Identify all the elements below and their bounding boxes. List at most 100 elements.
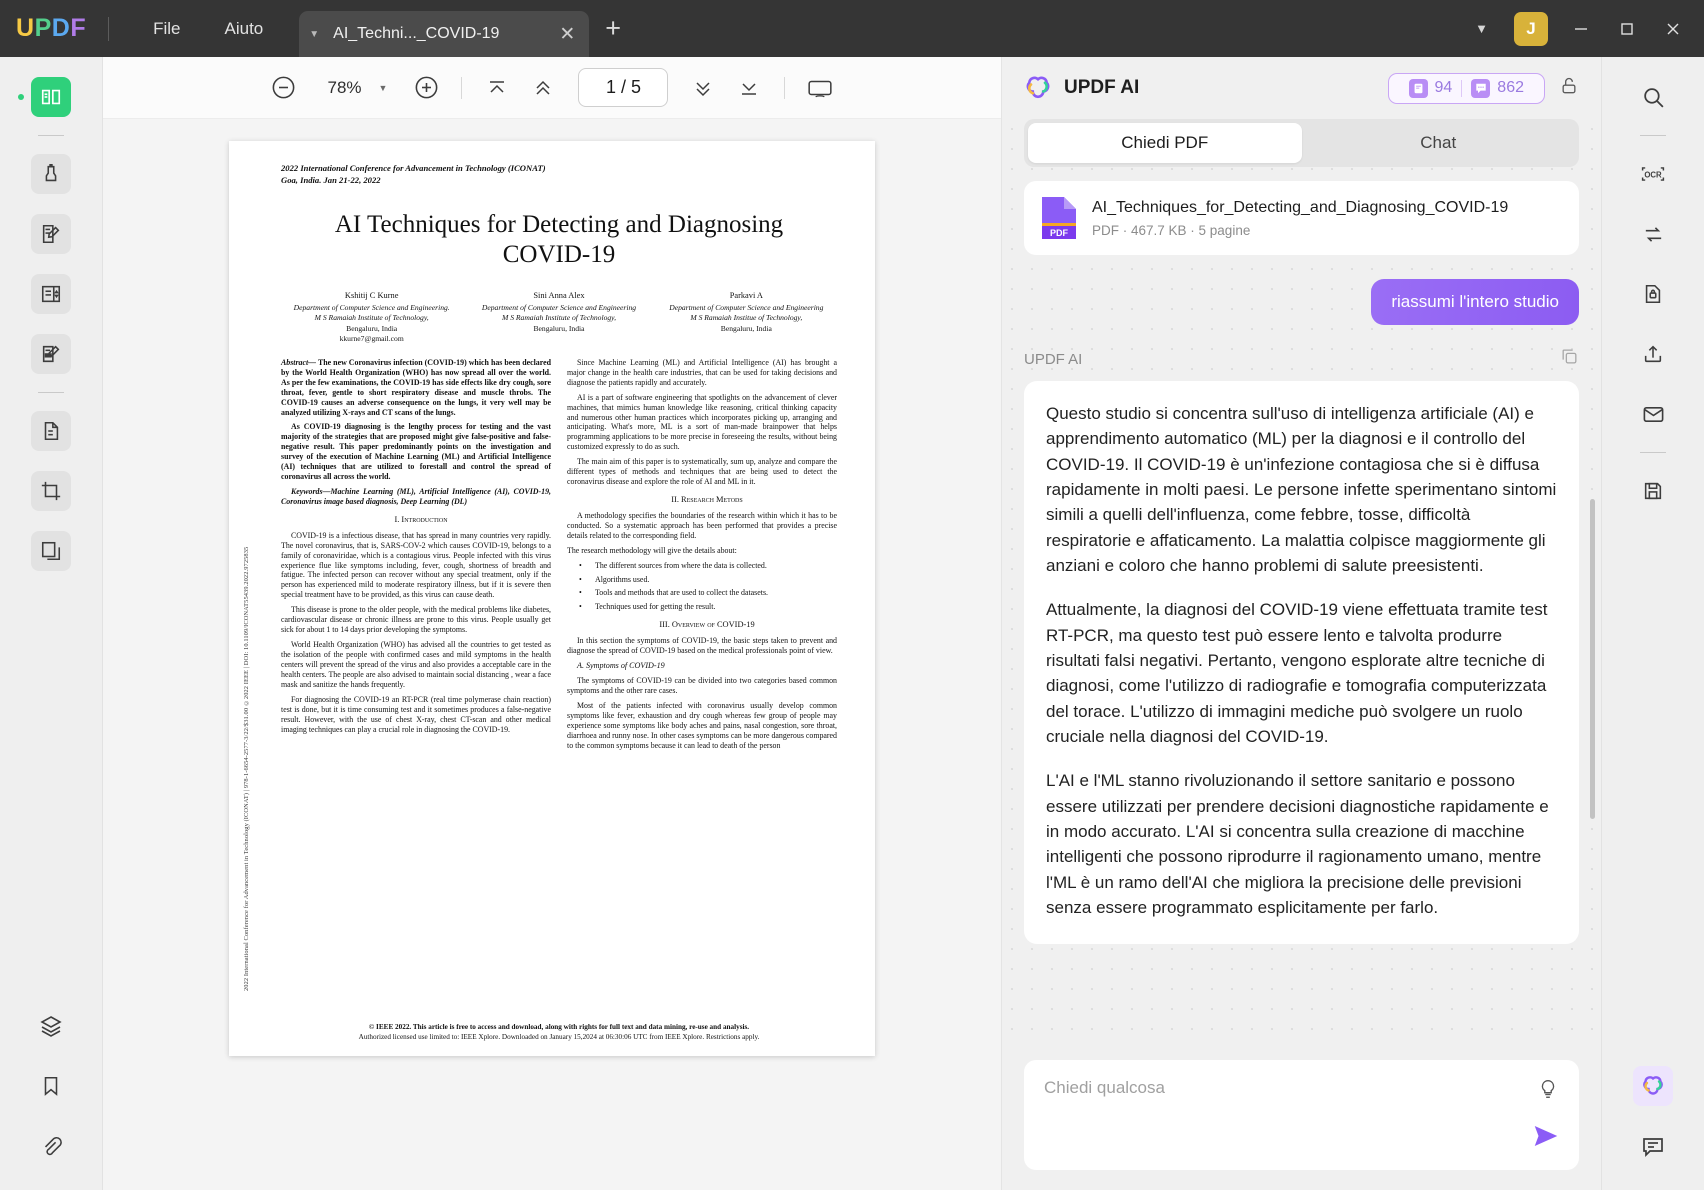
- assistant-label-row: UPDF AI: [1024, 347, 1579, 371]
- document-tab[interactable]: ▼ AI_Techni..._COVID-19 ✕: [299, 11, 590, 57]
- chevron-down-icon[interactable]: ▼: [375, 83, 402, 93]
- updf-ai-glyph: [1643, 1076, 1663, 1095]
- ai-input-placeholder: Chiedi qualcosa: [1044, 1078, 1165, 1097]
- methods-bullet-list: The different sources from where the dat…: [567, 561, 837, 613]
- divider: [38, 135, 64, 136]
- tab-label: AI_Techni..._COVID-19: [333, 25, 500, 42]
- last-page-button[interactable]: [728, 67, 770, 109]
- pdf-page-1: 2022 International Conference for Advanc…: [229, 141, 875, 1056]
- subsection-heading-a: A. Symptoms of COVID-19: [577, 660, 665, 670]
- abstract-text-1: The new Coronavirus infection (COVID-19)…: [281, 357, 551, 417]
- intro-paragraph-4: For diagnosing the COVID-19 an RT-PCR (r…: [281, 694, 551, 734]
- unlock-icon[interactable]: [1559, 76, 1579, 101]
- svg-text:OCR: OCR: [1644, 170, 1662, 179]
- sidebar-item-highlighter[interactable]: [31, 154, 71, 194]
- author-name: Kshitij C Kurne: [344, 291, 399, 301]
- conversation-scrollbar[interactable]: [1590, 499, 1595, 819]
- avatar[interactable]: J: [1514, 11, 1548, 46]
- document-icon: [1408, 78, 1428, 98]
- file-info: AI_Techniques_for_Detecting_and_Diagnosi…: [1092, 198, 1508, 239]
- assistant-label: UPDF AI: [1024, 350, 1083, 368]
- author-institution: M S Ramaiah Institute of Technology,: [314, 313, 429, 323]
- document-scroll-area[interactable]: 2022 International Conference for Advanc…: [103, 119, 1001, 1190]
- sidebar-item-attachment[interactable]: [31, 1126, 71, 1166]
- send-button[interactable]: [1531, 1121, 1561, 1156]
- sidebar-item-sign[interactable]: [31, 334, 71, 374]
- methods-paragraph-2: The research methodology will give the d…: [567, 545, 737, 555]
- sidebar-item-convert[interactable]: [31, 411, 71, 451]
- first-page-button[interactable]: [476, 67, 518, 109]
- sidebar-item-edit-pdf[interactable]: [31, 214, 71, 254]
- minimize-icon[interactable]: [1558, 6, 1604, 52]
- attached-file-card[interactable]: PDF AI_Techniques_for_Detecting_and_Diag…: [1024, 181, 1579, 255]
- column-left: Abstract— The new Coronavirus infection …: [281, 358, 551, 756]
- copy-icon[interactable]: [1560, 347, 1579, 371]
- keywords: Keywords—Machine Learning (ML), Artifici…: [281, 487, 551, 507]
- methods-paragraph-1: A methodology specifies the boundaries o…: [567, 510, 837, 540]
- logo-letter-u: U: [16, 14, 35, 42]
- author-city: Bengaluru, India: [533, 323, 585, 333]
- file-meta: PDF · 467.7 KB · 5 pagine: [1092, 223, 1251, 239]
- chevron-down-icon[interactable]: ▼: [1459, 11, 1504, 46]
- sidebar-item-organize-pages[interactable]: [31, 531, 71, 571]
- logo-letter-p: P: [34, 14, 52, 42]
- sidebar-item-layers[interactable]: [31, 1006, 71, 1046]
- assistant-paragraph-2: Attualmente, la diagnosi del COVID-19 vi…: [1046, 600, 1548, 746]
- new-tab-icon[interactable]: +: [605, 13, 621, 44]
- page-footer: © IEEE 2022. This article is free to acc…: [281, 1023, 837, 1042]
- page-indicator[interactable]: 1 / 5: [578, 68, 669, 107]
- document-credit-value: 94: [1434, 79, 1453, 96]
- tab-chat[interactable]: Chat: [1302, 123, 1576, 163]
- chevron-down-icon[interactable]: ▼: [309, 29, 319, 40]
- abstract-label: Abstract—: [281, 357, 317, 367]
- share-icon[interactable]: [1633, 334, 1673, 374]
- ieee-side-strip: 2022 International Conference for Advanc…: [243, 546, 250, 991]
- compare-icon[interactable]: [1633, 214, 1673, 254]
- ai-conversation-area[interactable]: Chiedi PDF Chat PDF AI_Techniques_for_De…: [1002, 119, 1601, 1046]
- active-indicator-dot: [18, 94, 24, 100]
- conference-line-2: Goa, India. Jan 21-22, 2022: [281, 174, 381, 185]
- presentation-mode-button[interactable]: [799, 67, 841, 109]
- ai-input-box[interactable]: Chiedi qualcosa: [1024, 1060, 1579, 1170]
- close-icon[interactable]: ✕: [559, 23, 575, 46]
- logo-letter-f: F: [70, 14, 87, 42]
- protect-icon[interactable]: [1633, 274, 1673, 314]
- related-paragraph-3: The main aim of this paper is to systema…: [567, 457, 837, 487]
- updf-ai-icon[interactable]: [1633, 1066, 1673, 1106]
- author-entry: Kshitij C Kurne Department of Computer S…: [281, 290, 462, 344]
- sidebar-item-bookmark[interactable]: [31, 1066, 71, 1106]
- search-icon[interactable]: [1633, 77, 1673, 117]
- lightbulb-icon[interactable]: [1537, 1078, 1559, 1105]
- intro-paragraph-2: This disease is prone to the older peopl…: [281, 605, 551, 635]
- footer-license: Authorized licensed use limited to: IEEE…: [358, 1032, 760, 1041]
- divider: [784, 76, 786, 99]
- maximize-icon[interactable]: [1604, 6, 1650, 52]
- credits-badge-group[interactable]: 94 862: [1387, 72, 1545, 104]
- sidebar-item-form[interactable]: [31, 274, 71, 314]
- ai-input-container: Chiedi qualcosa: [1002, 1046, 1601, 1190]
- overview-paragraph-2: The symptoms of COVID-19 can be divided …: [567, 676, 837, 695]
- ai-mode-tabs: Chiedi PDF Chat: [1024, 119, 1579, 167]
- comment-icon[interactable]: [1633, 1126, 1673, 1166]
- intro-paragraph-1: COVID-19 is a infectious disease, that h…: [281, 530, 551, 600]
- column-right: Since Machine Learning (ML) and Artifici…: [567, 358, 837, 756]
- chat-credits[interactable]: 862: [1462, 78, 1533, 98]
- tab-chiedi-pdf[interactable]: Chiedi PDF: [1028, 123, 1302, 163]
- two-column-body: Abstract— The new Coronavirus infection …: [281, 358, 837, 756]
- author-entry: Sini Anna Alex Department of Computer Sc…: [468, 290, 649, 344]
- sidebar-item-reader[interactable]: [18, 77, 71, 117]
- save-as-icon[interactable]: [1633, 471, 1673, 511]
- document-credits[interactable]: 94: [1400, 78, 1462, 98]
- ocr-icon[interactable]: OCR: [1633, 154, 1673, 194]
- next-page-button[interactable]: [682, 67, 724, 109]
- sidebar-item-crop[interactable]: [31, 471, 71, 511]
- zoom-in-button[interactable]: [405, 67, 447, 109]
- close-window-icon[interactable]: [1650, 6, 1696, 52]
- section-heading-2: II. Research Metods: [671, 495, 743, 505]
- zoom-out-button[interactable]: [263, 67, 305, 109]
- previous-page-button[interactable]: [522, 67, 564, 109]
- menu-help[interactable]: Aiuto: [203, 13, 286, 45]
- menu-file[interactable]: File: [131, 13, 202, 45]
- author-dept: Department of Computer Science and Engin…: [481, 303, 637, 313]
- email-icon[interactable]: [1633, 394, 1673, 434]
